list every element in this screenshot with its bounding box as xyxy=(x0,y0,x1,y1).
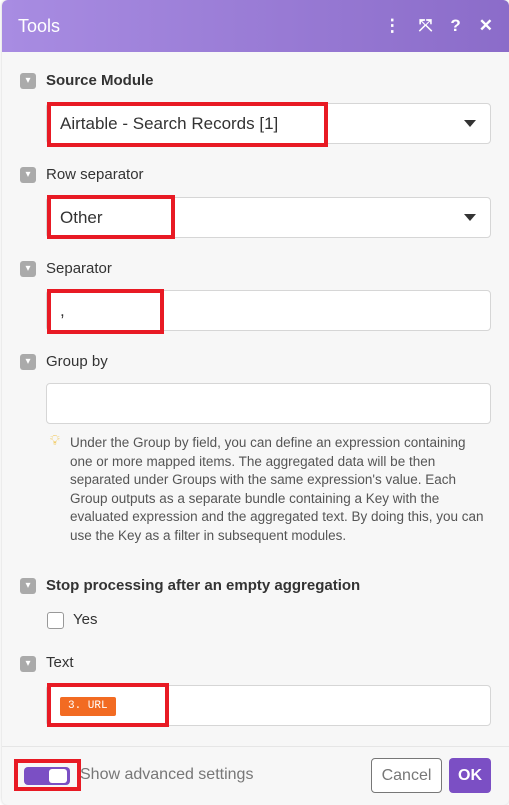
source-module-label: Source Module xyxy=(46,72,154,89)
expand-icon[interactable]: ⤧ xyxy=(419,16,433,36)
collapse-stop-processing-icon[interactable]: ▾ xyxy=(20,578,36,594)
highlight-box xyxy=(47,195,175,239)
stop-processing-yes-label: Yes xyxy=(73,611,98,628)
stop-processing-label: Stop processing after an empty aggregati… xyxy=(46,577,361,594)
more-vertical-icon[interactable]: ⋮ xyxy=(384,16,401,36)
highlight-box xyxy=(47,102,328,147)
highlight-box xyxy=(47,683,169,727)
dialog-header: Tools ⋮ ⤧ ? ✕ xyxy=(2,0,509,52)
group-by-input[interactable] xyxy=(46,383,491,424)
collapse-text-icon[interactable]: ▾ xyxy=(20,656,36,672)
chevron-down-icon xyxy=(464,120,476,127)
row-separator-label: Row separator xyxy=(46,166,144,183)
close-icon[interactable]: ✕ xyxy=(479,16,493,36)
lightbulb-icon: 💡︎ xyxy=(50,432,60,448)
collapse-row-separator-icon[interactable]: ▾ xyxy=(20,167,36,183)
help-icon[interactable]: ? xyxy=(450,16,460,36)
footer-divider xyxy=(2,746,509,747)
highlight-box xyxy=(47,289,164,334)
separator-label: Separator xyxy=(46,260,112,277)
highlight-box xyxy=(14,759,81,791)
collapse-group-by-icon[interactable]: ▾ xyxy=(20,354,36,370)
stop-processing-checkbox[interactable] xyxy=(47,612,64,629)
dialog-title: Tools xyxy=(18,15,61,36)
advanced-settings-label: Show advanced settings xyxy=(80,766,254,783)
collapse-separator-icon[interactable]: ▾ xyxy=(20,261,36,277)
group-by-hint: Under the Group by field, you can define… xyxy=(70,435,484,543)
ok-button[interactable]: OK xyxy=(449,758,491,793)
tools-dialog: Tools ⋮ ⤧ ? ✕ ▾ Source Module Airtable -… xyxy=(2,0,509,805)
cancel-button[interactable]: Cancel xyxy=(371,758,442,793)
collapse-source-module-icon[interactable]: ▾ xyxy=(20,73,36,89)
text-label: Text xyxy=(46,654,74,671)
group-by-label: Group by xyxy=(46,353,108,370)
chevron-down-icon xyxy=(464,214,476,221)
